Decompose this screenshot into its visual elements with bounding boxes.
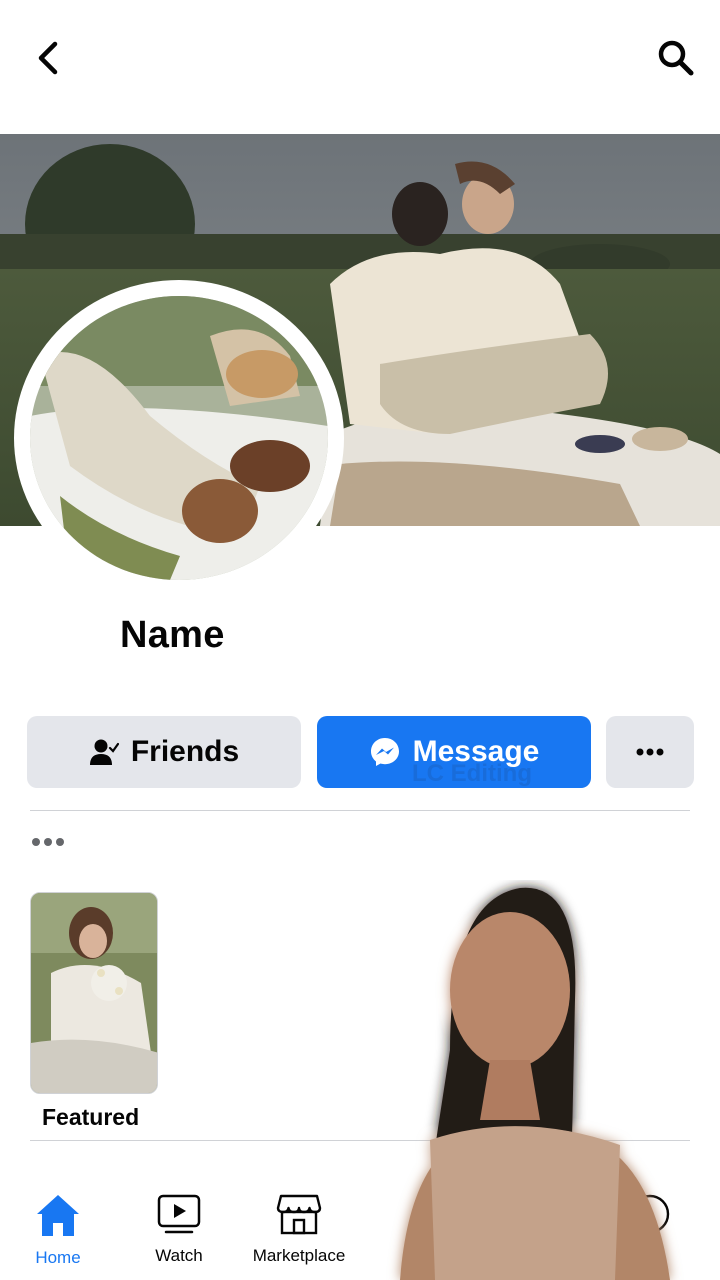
friends-button[interactable]: Friends — [27, 716, 301, 788]
featured-thumbnail[interactable] — [30, 892, 158, 1094]
nav-watch[interactable]: Watch — [109, 1192, 249, 1266]
search-icon — [658, 40, 694, 76]
profile-name: Name — [120, 614, 225, 656]
marketplace-icon — [276, 1194, 322, 1235]
divider — [30, 810, 690, 811]
top-bar — [0, 0, 720, 120]
avatar[interactable] — [30, 296, 328, 580]
messenger-icon — [369, 736, 401, 768]
friends-label: Friends — [130, 735, 240, 768]
nav-marketplace[interactable]: Marketplace — [229, 1192, 369, 1266]
more-details-icon[interactable] — [32, 838, 64, 846]
more-button[interactable] — [606, 716, 694, 788]
search-button[interactable] — [652, 34, 700, 82]
chevron-left-icon — [38, 41, 58, 75]
overlay-person-image — [360, 880, 720, 1280]
watch-icon — [157, 1194, 201, 1234]
watermark: LC Editing — [412, 760, 532, 787]
person-check-icon — [89, 737, 119, 767]
back-button[interactable] — [28, 36, 68, 80]
home-icon — [37, 1195, 79, 1236]
featured-label: Featured — [42, 1104, 140, 1130]
more-dots-icon — [636, 748, 664, 756]
